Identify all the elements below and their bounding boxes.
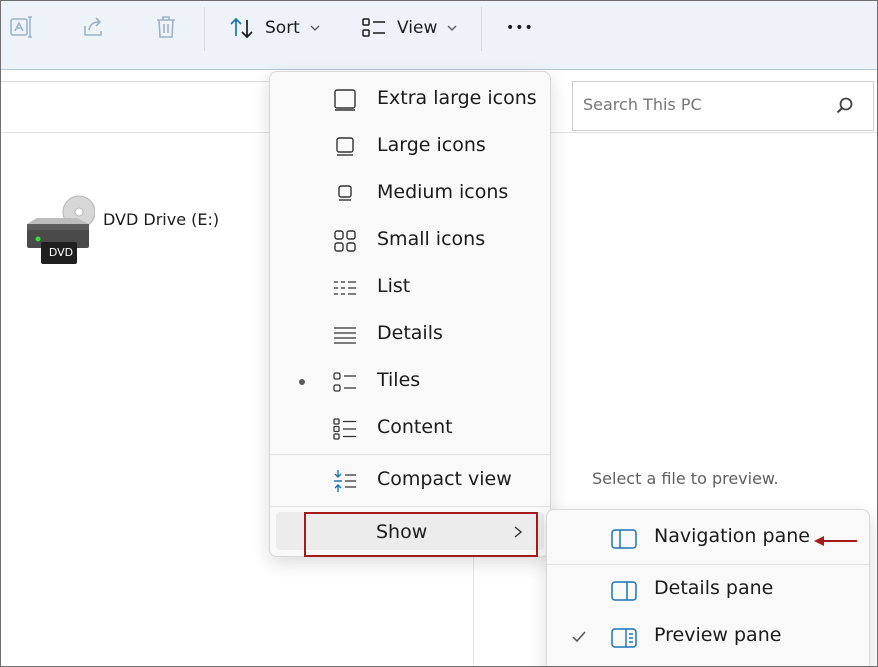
menu-item-label: Navigation pane [654,525,810,547]
checkmark-icon [572,631,586,643]
menu-item-extra-large-icons[interactable]: Extra large icons [270,78,550,122]
sort-button[interactable]: Sort [229,11,320,45]
menu-item-label: Small icons [377,228,486,250]
menu-item-list[interactable]: List [270,266,550,310]
address-bar[interactable] [1,81,292,133]
menu-separator [270,506,550,507]
annotation-arrow-icon [814,536,857,546]
toolbar-separator [204,7,205,51]
view-label: View [397,18,438,38]
view-button[interactable]: View [361,11,457,45]
dvd-drive-item[interactable]: DVD DVD Drive (E:) [23,194,243,268]
menu-item-content[interactable]: Content [270,407,550,451]
command-bar: Sort View ••• [1,1,877,70]
menu-item-label: Extra large icons [377,87,537,109]
search-icon[interactable] [835,96,855,116]
menu-item-compact-view[interactable]: Compact view [270,459,550,503]
small-icons-icon [334,230,356,252]
tiles-icon [333,372,356,392]
selected-bullet-icon [299,379,305,385]
rename-icon[interactable] [9,14,35,40]
large-icons-icon [336,137,354,156]
extra-large-icons-icon [334,89,356,111]
menu-separator [547,564,869,565]
file-explorer-window: Sort View ••• Search This PC DVD DVD Dri… [0,0,878,667]
menu-item-preview-pane[interactable]: Preview pane [547,617,869,661]
medium-icons-icon [338,185,352,201]
chevron-down-icon [310,25,320,31]
toolbar-separator [481,7,482,51]
more-options-button[interactable]: ••• [506,11,534,45]
menu-item-label: Preview pane [654,624,782,646]
search-input[interactable] [583,95,823,114]
preview-pane-icon [611,628,637,648]
list-icon [334,281,356,295]
menu-item-label: Content [377,416,453,438]
menu-item-medium-icons[interactable]: Medium icons [270,172,550,216]
menu-item-label: List [377,275,411,297]
menu-item-small-icons[interactable]: Small icons [270,219,550,263]
menu-item-label: Tiles [377,369,421,391]
menu-item-large-icons[interactable]: Large icons [270,125,550,169]
menu-item-label: Details pane [654,577,774,599]
dvd-badge: DVD [48,246,74,259]
navigation-pane-icon [611,529,637,549]
menu-item-tiles[interactable]: Tiles [270,360,550,404]
share-icon[interactable] [81,14,107,40]
more-options-icon: ••• [506,20,534,36]
search-box[interactable] [572,81,874,131]
content-icon [333,418,356,440]
details-icon [334,327,356,344]
menu-item-label: Compact view [377,468,512,490]
menu-item-label: Large icons [377,134,486,156]
view-icon [362,18,385,37]
view-menu: Extra large icons Large icons Medium ico… [269,71,551,557]
details-pane-icon [611,581,637,601]
menu-item-details-pane[interactable]: Details pane [547,570,869,614]
preview-message: Select a file to preview. [592,469,779,488]
sort-label: Sort [265,18,300,38]
menu-item-label: Details [377,322,443,344]
show-label: Show [376,521,428,543]
sort-icon [230,17,253,39]
menu-separator [270,454,550,455]
menu-item-label: Medium icons [377,181,509,203]
chevron-right-icon [514,526,523,538]
menu-item-details[interactable]: Details [270,313,550,357]
compact-view-icon [334,470,356,492]
chevron-down-icon [447,25,457,31]
delete-icon[interactable] [153,14,179,40]
drive-label: DVD Drive (E:) [103,210,220,229]
